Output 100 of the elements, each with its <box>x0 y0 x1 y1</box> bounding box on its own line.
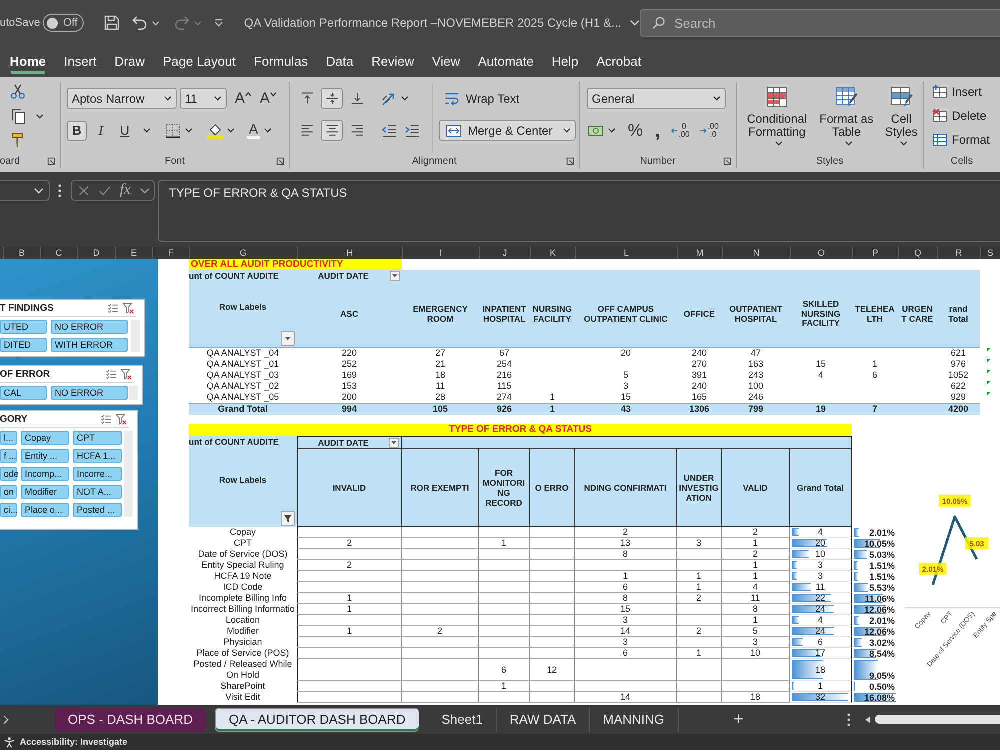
align-button[interactable] <box>321 120 343 141</box>
decrease-indent-icon[interactable] <box>381 122 397 138</box>
number-format-dropdown[interactable]: General <box>587 88 726 109</box>
styles-button[interactable]: Conditional Formatting <box>741 85 814 146</box>
borders-icon[interactable] <box>165 122 181 138</box>
font-style-button[interactable]: B <box>67 120 87 140</box>
wrap-text-button[interactable]: Wrap Text <box>439 88 525 109</box>
decimal-button[interactable]: 0 .00 <box>670 122 690 138</box>
clear-filter-icon[interactable] <box>123 302 134 314</box>
font-color-button[interactable]: A <box>247 122 260 138</box>
caret-icon[interactable] <box>152 20 160 26</box>
autosave-toggle[interactable]: Off <box>43 14 84 32</box>
slicer-item[interactable]: WITH ERROR <box>51 338 128 352</box>
decimal-button[interactable]: .00 .0 <box>700 122 719 138</box>
sheet-tab[interactable]: QA - AUDITOR DASH BOARD <box>214 708 419 732</box>
multi-select-icon[interactable] <box>101 414 112 424</box>
slicer-item[interactable]: Copay <box>21 431 69 445</box>
ribbon-tab[interactable]: Automate <box>469 50 543 74</box>
sheet-tab[interactable]: Sheet1 <box>428 708 497 732</box>
sheet-tab[interactable]: MANNING <box>590 708 679 732</box>
caret-icon[interactable] <box>143 128 151 133</box>
ribbon-tab[interactable]: Formulas <box>245 50 318 74</box>
slicer-item[interactable]: NO ERROR <box>51 320 128 334</box>
caret-icon[interactable] <box>401 96 409 101</box>
slicer-item[interactable]: Posted ... <box>73 503 122 517</box>
name-box-field[interactable] <box>0 180 50 201</box>
undo-icon[interactable] <box>132 15 148 31</box>
sheet-tab[interactable]: RAW DATA <box>496 708 590 732</box>
percent-button[interactable]: % <box>628 120 644 140</box>
slicer-item[interactable]: CAL <box>0 386 47 400</box>
scrollbar[interactable] <box>129 386 138 400</box>
caret-icon[interactable] <box>264 128 272 133</box>
slicer-item[interactable]: NOT A... <box>73 485 122 499</box>
caret-icon[interactable] <box>608 128 616 133</box>
cells-button[interactable]: Delete <box>932 107 1000 124</box>
ribbon-tab[interactable]: Insert <box>55 50 106 74</box>
slicer-item[interactable]: CPT <box>73 431 122 445</box>
increase-indent-icon[interactable] <box>404 122 420 138</box>
copy-icon[interactable] <box>10 108 26 124</box>
ribbon-tab[interactable]: Draw <box>106 50 154 74</box>
scroll-left-icon[interactable] <box>865 716 871 724</box>
font-size-dropdown[interactable]: 11 <box>180 88 227 109</box>
caret-icon[interactable] <box>227 128 235 133</box>
fill-color-icon[interactable] <box>207 122 223 138</box>
cells-button[interactable]: Format <box>932 131 1000 148</box>
ribbon-tab[interactable]: View <box>423 50 470 74</box>
slicer-item[interactable]: on <box>0 485 17 499</box>
multi-select-icon[interactable] <box>106 368 117 380</box>
dialog-launcher-icon[interactable] <box>723 156 732 166</box>
dialog-launcher-icon[interactable] <box>566 156 575 166</box>
slicer-item[interactable]: Place o... <box>21 503 69 517</box>
merge-center-button[interactable]: Merge & Center <box>439 120 576 141</box>
font-size-button[interactable]: A <box>235 90 252 107</box>
accessibility-icon[interactable] <box>4 736 15 748</box>
formula-field[interactable]: TYPE OF ERROR & QA STATUS <box>158 180 1000 242</box>
chevron-right-icon[interactable] <box>3 714 9 724</box>
font-style-button[interactable]: I <box>91 120 111 140</box>
ribbon-tab[interactable]: Help <box>542 50 588 74</box>
slicer-item[interactable]: Entity ... <box>21 449 69 463</box>
ribbon-tab[interactable]: Data <box>317 50 363 74</box>
slicer-item[interactable]: DITED <box>0 338 47 352</box>
comma-style-button[interactable]: , <box>655 120 661 140</box>
ribbon-tab[interactable]: Review <box>362 50 424 74</box>
ribbon-tab[interactable]: Page Layout <box>154 50 245 74</box>
slicer-item[interactable]: UTED <box>0 320 47 334</box>
font-name-dropdown[interactable]: Aptos Narrow <box>67 88 177 109</box>
font-size-button[interactable]: A <box>260 90 278 107</box>
dialog-launcher-icon[interactable] <box>276 156 285 166</box>
save-icon[interactable] <box>104 15 120 31</box>
scissors-icon[interactable] <box>10 84 26 100</box>
filter-dropdown-button[interactable] <box>281 331 295 346</box>
styles-button[interactable]: Cell Styles <box>880 85 924 146</box>
align-button[interactable] <box>321 88 343 109</box>
slicer-item[interactable]: Modifier <box>21 485 69 499</box>
cancel-icon[interactable] <box>78 184 90 196</box>
filter-dropdown-button[interactable] <box>389 438 399 448</box>
slicer-item[interactable]: NO ERROR <box>51 386 128 400</box>
multi-select-icon[interactable] <box>108 302 119 314</box>
slicer-item[interactable]: l... <box>0 431 17 445</box>
clear-filter-icon[interactable] <box>121 368 132 380</box>
chevron-down-icon[interactable] <box>140 188 150 194</box>
caret-icon[interactable] <box>185 128 193 133</box>
filter-button[interactable] <box>281 511 295 526</box>
more-options-icon[interactable] <box>58 184 62 198</box>
more-options-icon[interactable] <box>847 712 851 726</box>
sheet-tab[interactable]: OPS - DASH BOARD <box>55 708 206 732</box>
filter-dropdown-button[interactable] <box>390 271 400 281</box>
paintbrush-icon[interactable] <box>10 132 26 148</box>
check-icon[interactable] <box>99 184 111 196</box>
slicer-item[interactable]: f ... <box>0 449 17 463</box>
caret-icon[interactable] <box>36 114 44 118</box>
dialog-launcher-icon[interactable] <box>47 156 56 166</box>
chevron-down-icon[interactable] <box>630 20 640 26</box>
slicer-item[interactable]: ci... <box>0 503 17 517</box>
slicer-item[interactable]: ode <box>0 467 17 481</box>
styles-button[interactable]: Format as Table <box>817 85 876 146</box>
accessibility-status[interactable]: Accessibility: Investigate <box>20 737 128 747</box>
slicer-item[interactable]: HCFA 1... <box>73 449 122 463</box>
add-sheet-button[interactable]: + <box>734 709 744 730</box>
customize-icon[interactable] <box>214 19 224 27</box>
